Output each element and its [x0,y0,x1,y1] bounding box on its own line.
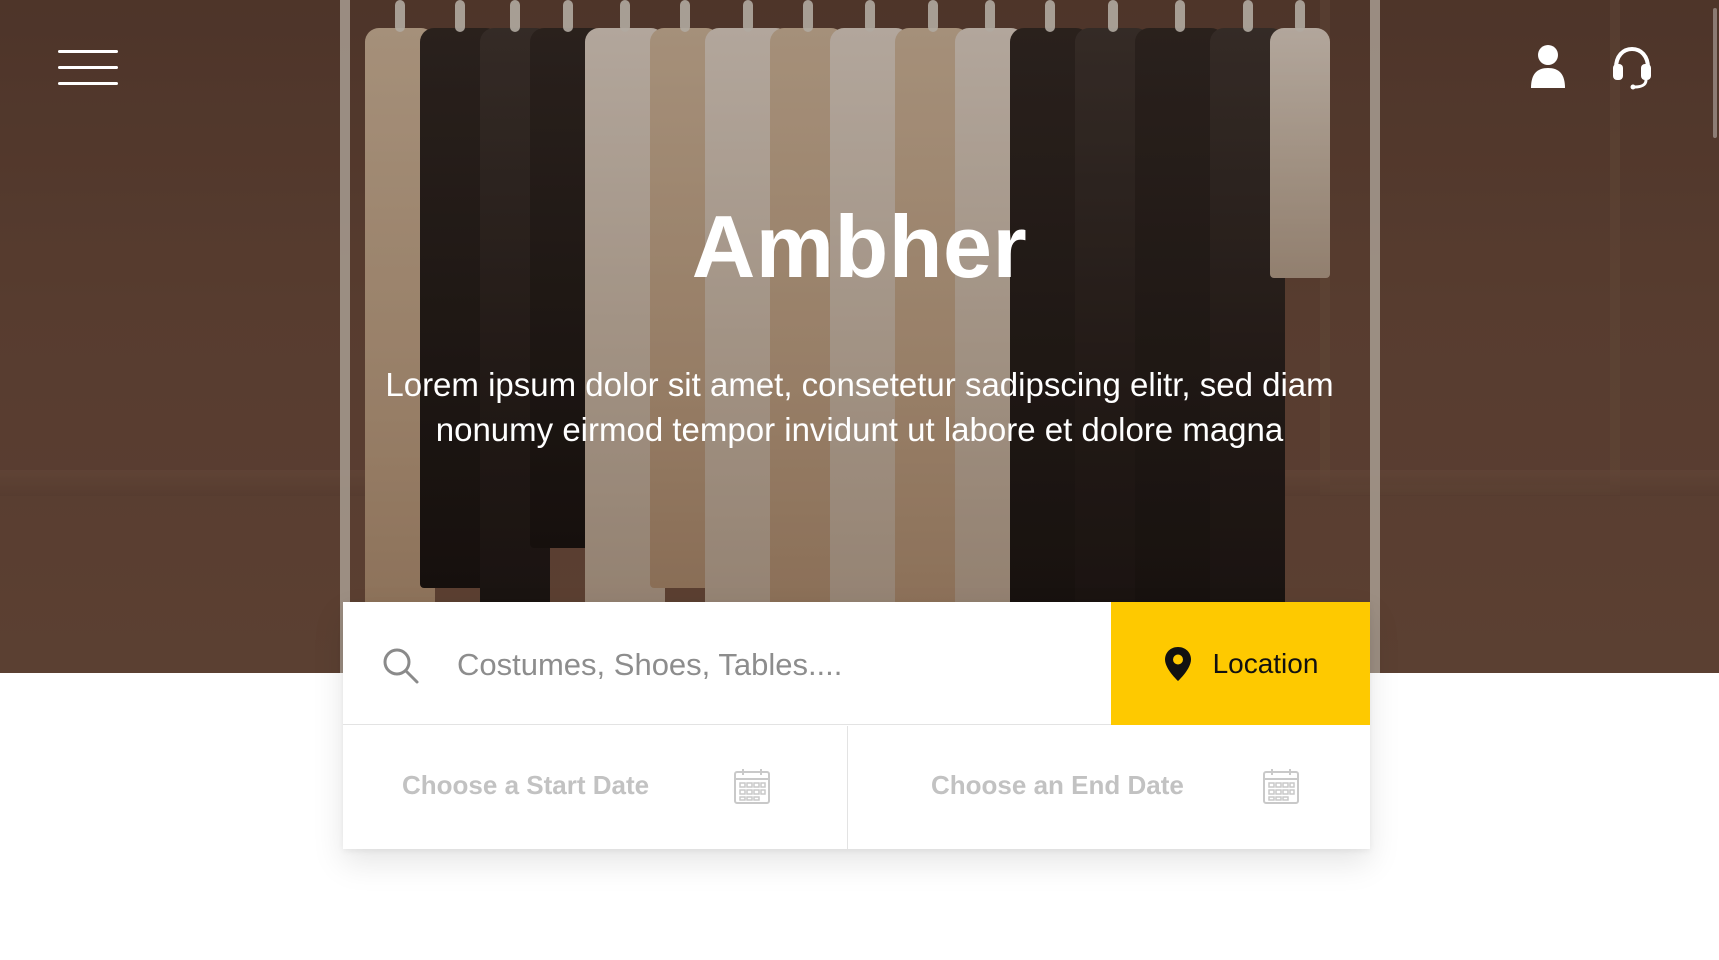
search-row: Location [343,602,1370,725]
scrollbar-thumb[interactable] [1713,8,1717,138]
start-date-label: Choose a Start Date [402,770,650,800]
hamburger-menu-icon[interactable] [58,46,118,90]
map-pin-icon [1164,646,1191,681]
hero-banner [0,0,1719,673]
user-icon[interactable] [1528,44,1568,90]
end-date-label: Choose an End Date [931,770,1184,800]
calendar-icon [1263,769,1299,804]
search-card: Location Choose a Start Date Choose an E… [343,602,1370,849]
hero-overlay [0,0,1719,673]
location-label: Location [1212,647,1319,679]
page-title: Ambher [691,197,1028,296]
start-date-field[interactable]: Choose a Start Date [343,726,848,849]
calendar-icon [734,769,770,804]
search-icon [383,648,419,684]
search-input[interactable] [455,632,1099,698]
end-date-field[interactable]: Choose an End Date [849,726,1370,849]
location-button[interactable]: Location [1111,602,1370,725]
hero-tagline: Lorem ipsum dolor sit amet, consetetur s… [385,366,1334,448]
headset-icon[interactable] [1610,44,1654,90]
